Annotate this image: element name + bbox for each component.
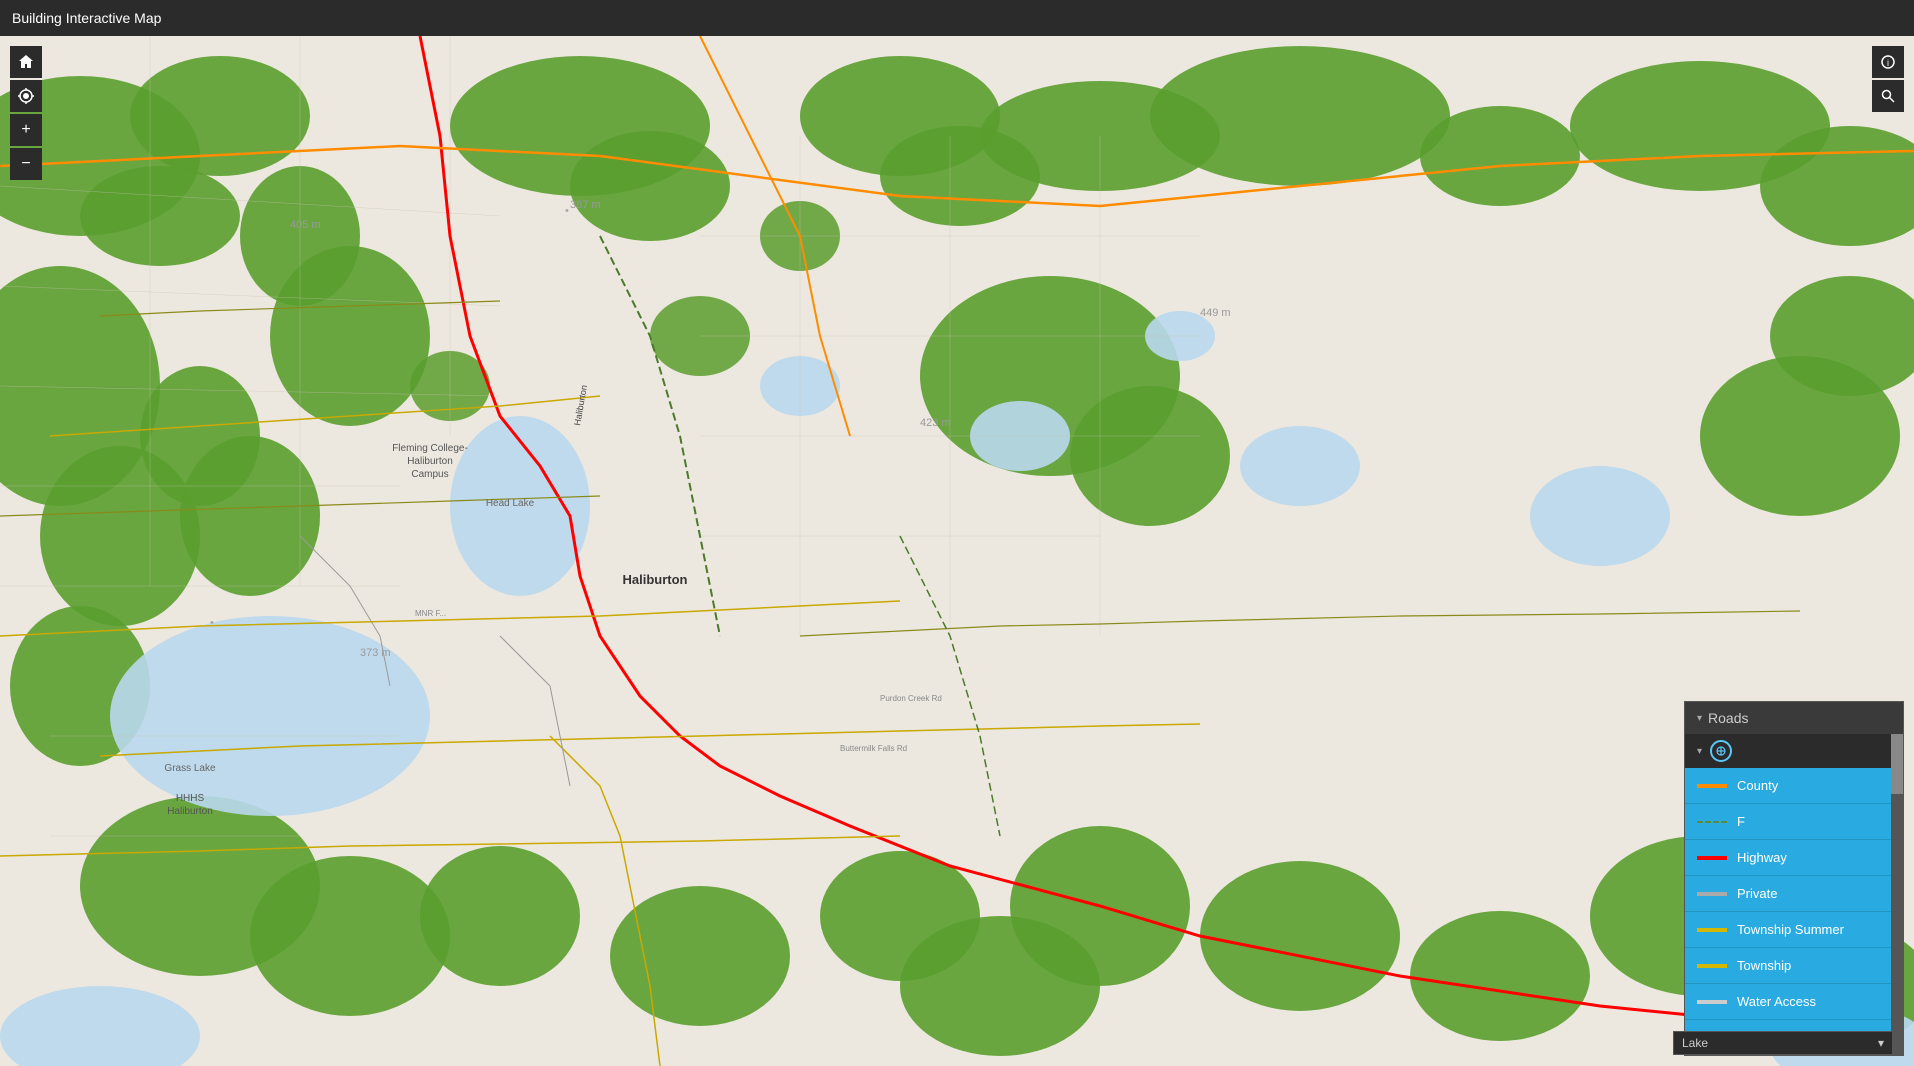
svg-text:•: • — [565, 205, 569, 217]
svg-text:Haliburton: Haliburton — [167, 806, 213, 817]
legend-sublayer-row[interactable]: ▾ — [1685, 734, 1903, 768]
legend-item-f[interactable]: F — [1685, 804, 1903, 840]
township-summer-line-sample — [1697, 928, 1727, 932]
zoom-out-button[interactable]: − — [10, 148, 42, 180]
legend-label-private: Private — [1737, 886, 1777, 901]
legend-scrollbar-thumb[interactable] — [1891, 734, 1903, 794]
svg-text:•: • — [210, 617, 214, 629]
home-button[interactable] — [10, 46, 42, 78]
township-line-sample — [1697, 964, 1727, 968]
svg-text:Haliburton: Haliburton — [407, 456, 453, 467]
lake-label: Lake — [1682, 1036, 1708, 1050]
legend-items-container: ▾ County — [1685, 734, 1903, 1055]
legend-label-f: F — [1737, 814, 1745, 829]
svg-text:449 m: 449 m — [1200, 307, 1231, 319]
svg-text:Haliburton: Haliburton — [623, 572, 688, 587]
legend-header[interactable]: ▾ Roads — [1685, 702, 1903, 734]
svg-text:405 m: 405 m — [290, 219, 321, 231]
legend-item-township-summer[interactable]: Township Summer — [1685, 912, 1903, 948]
highway-line-sample — [1697, 856, 1727, 860]
svg-text:Buttermilk Falls Rd: Buttermilk Falls Rd — [840, 744, 907, 753]
svg-text:Head Lake: Head Lake — [486, 498, 535, 509]
info-button[interactable]: i — [1872, 46, 1904, 78]
legend-label-township: Township — [1737, 958, 1791, 973]
svg-text:Fleming College-: Fleming College- — [392, 443, 468, 454]
legend-collapse-icon: ▾ — [1697, 713, 1702, 724]
svg-text:HHHS: HHHS — [176, 793, 205, 804]
search-button[interactable] — [1872, 80, 1904, 112]
svg-text:373 m: 373 m — [360, 647, 391, 659]
legend-item-private[interactable]: Private — [1685, 876, 1903, 912]
svg-text:Purdon Creek Rd: Purdon Creek Rd — [880, 694, 942, 703]
legend-label-county: County — [1737, 778, 1778, 793]
legend-scrollbar[interactable] — [1891, 734, 1903, 1055]
svg-text:Grass Lake: Grass Lake — [164, 763, 216, 774]
svg-text:387 m: 387 m — [570, 199, 601, 211]
county-line-sample — [1697, 784, 1727, 788]
svg-text:i: i — [1887, 58, 1889, 68]
legend-item-highway[interactable]: Highway — [1685, 840, 1903, 876]
legend-item-township[interactable]: Township — [1685, 948, 1903, 984]
legend-panel: ▾ Roads ▾ — [1684, 701, 1904, 1056]
titlebar: Building Interactive Map — [0, 0, 1914, 36]
legend-label-water-access: Water Access — [1737, 994, 1816, 1009]
svg-text:423 m: 423 m — [920, 417, 951, 429]
app-title: Building Interactive Map — [12, 10, 161, 26]
chevron-icon: ▾ — [1697, 746, 1702, 757]
left-toolbar: + − — [10, 46, 42, 180]
map-svg: 405 m 387 m 423 m 449 m 373 m • • — [0, 36, 1914, 1066]
location-button[interactable] — [10, 80, 42, 112]
dropdown-arrow-icon: ▾ — [1878, 1036, 1884, 1050]
legend-item-county[interactable]: County — [1685, 768, 1903, 804]
svg-text:MNR F...: MNR F... — [415, 609, 446, 618]
legend-bottom-dropdown[interactable]: Lake ▾ — [1673, 1031, 1893, 1055]
legend-title: Roads — [1708, 710, 1748, 726]
f-line-sample — [1697, 821, 1727, 823]
water-access-line-sample — [1697, 1000, 1727, 1004]
right-toolbar: i — [1872, 46, 1904, 112]
sublayer-icon — [1710, 740, 1732, 762]
map-area[interactable]: 405 m 387 m 423 m 449 m 373 m • • — [0, 36, 1914, 1066]
zoom-in-button[interactable]: + — [10, 114, 42, 146]
legend-item-water-access[interactable]: Water Access — [1685, 984, 1903, 1020]
legend-label-highway: Highway — [1737, 850, 1787, 865]
legend-label-township-summer: Township Summer — [1737, 922, 1844, 937]
private-line-sample — [1697, 892, 1727, 896]
svg-text:Campus: Campus — [411, 469, 448, 480]
